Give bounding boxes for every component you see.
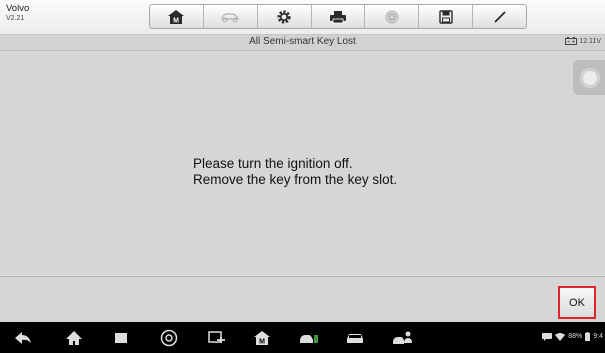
settings-gear-icon	[277, 10, 291, 23]
instruction-message: Please turn the ignition off. Remove the…	[193, 156, 397, 188]
battery-percentage: 88%	[568, 333, 583, 340]
scan-vehicle-button[interactable]	[298, 328, 320, 348]
instruction-line-2: Remove the key from the key slot.	[193, 172, 398, 187]
floating-assist-button[interactable]	[573, 60, 605, 95]
autel-home-button[interactable]: M	[251, 328, 273, 348]
car-icon	[347, 334, 363, 343]
vci-connect-button[interactable]	[206, 328, 228, 348]
brand-name: Volvo	[6, 3, 30, 14]
remote-expert-button[interactable]	[391, 328, 413, 348]
back-button[interactable]	[12, 328, 34, 348]
home-nav-button[interactable]	[63, 328, 85, 348]
battery-icon	[565, 37, 578, 45]
svg-text:M: M	[259, 339, 265, 346]
car-user-icon	[393, 331, 412, 344]
vehicle-swap-button[interactable]	[204, 5, 258, 28]
save-button[interactable]	[419, 5, 474, 28]
help-button[interactable]	[365, 5, 420, 28]
recent-apps-icon	[115, 333, 127, 343]
instruction-line-1: Please turn the ignition off.	[193, 156, 353, 171]
vehicle-swap-icon	[221, 12, 240, 22]
vehicle-menu-button[interactable]	[344, 328, 366, 348]
save-icon	[439, 9, 453, 24]
top-header: Volvo V2.21 M	[0, 0, 605, 35]
home-icon: M	[168, 9, 185, 24]
device-battery-icon	[585, 332, 591, 341]
status-bar: 88% 9:4	[542, 332, 603, 341]
print-button[interactable]	[312, 5, 366, 28]
clock: 9:4	[593, 333, 603, 340]
software-version: V2.21	[6, 15, 25, 22]
help-icon	[385, 10, 399, 23]
vehicle-voltage: 12.11V	[565, 37, 601, 45]
car-scan-icon	[300, 335, 318, 343]
app-screen: Volvo V2.21 M All Semi-smart Key Lost 12…	[0, 0, 605, 353]
vci-connector-icon	[208, 331, 225, 343]
wifi-icon	[555, 332, 566, 341]
action-bar: OK	[0, 276, 605, 322]
function-title: All Semi-smart Key Lost	[249, 36, 356, 47]
recent-apps-button[interactable]	[110, 328, 132, 348]
settings-button[interactable]	[258, 5, 312, 28]
house-icon	[66, 331, 82, 345]
home-button[interactable]: M	[150, 5, 204, 28]
toolbar: M	[149, 4, 527, 29]
function-title-bar: All Semi-smart Key Lost 12.11V	[0, 35, 605, 51]
vehicle-brand: Volvo V2.21	[6, 4, 29, 24]
chat-icon	[542, 332, 553, 341]
back-arrow-icon	[15, 332, 31, 344]
system-navigation-bar: M 88% 9:4	[0, 322, 605, 353]
data-logging-button[interactable]	[473, 5, 526, 28]
autel-home-icon: M	[254, 331, 270, 346]
svg-text:M: M	[174, 17, 180, 24]
message-area: Please turn the ignition off. Remove the…	[0, 51, 605, 275]
print-icon	[330, 10, 346, 23]
assist-circle-icon	[580, 68, 600, 88]
browser-button[interactable]	[158, 328, 180, 348]
voltage-value: 12.11V	[579, 37, 601, 45]
data-logging-pen-icon	[493, 10, 506, 23]
browser-icon	[160, 329, 178, 347]
ok-button[interactable]: OK	[558, 286, 596, 319]
